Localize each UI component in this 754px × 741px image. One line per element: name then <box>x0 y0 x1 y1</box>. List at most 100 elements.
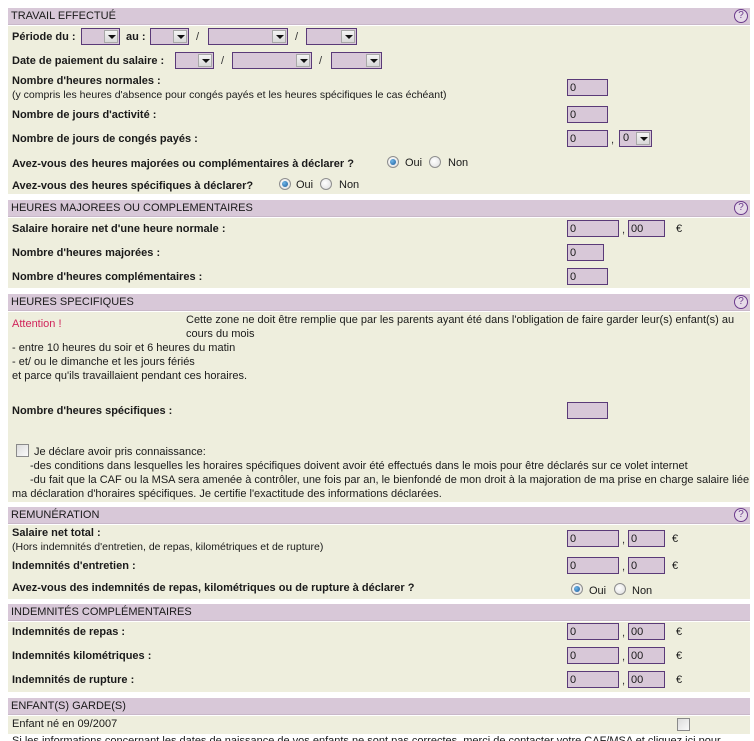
repas-dec-input[interactable] <box>628 623 665 640</box>
help-icon[interactable]: ? <box>734 9 748 23</box>
entretien-label: Indemnités d'entretien : <box>12 560 136 572</box>
rupture-int-input[interactable] <box>567 671 619 688</box>
decimal-separator: , <box>622 627 626 639</box>
euro-icon: € <box>676 650 683 662</box>
periode-du-label: Période du : <box>12 31 76 43</box>
au-label: au : <box>126 31 146 43</box>
chevron-down-icon <box>366 54 380 67</box>
majorees-question: Avez-vous des heures majorées ou complém… <box>12 158 354 170</box>
periode-au-year-select[interactable] <box>306 28 357 45</box>
section-title: ENFANT(S) GARDE(S) <box>11 700 126 712</box>
oui-label: Oui <box>296 179 314 191</box>
oui-label: Oui <box>405 157 423 169</box>
heures-majorees-label: Nombre d'heures majorées : <box>12 247 161 259</box>
bullet1: - entre 10 heures du soir et 6 heures du… <box>12 342 236 354</box>
section-header-majorees: HEURES MAJOREES OU COMPLEMENTAIRES ? <box>8 200 750 217</box>
decimal-separator: , <box>622 224 626 236</box>
date-paiement-day-select[interactable] <box>175 52 214 69</box>
periode-du-day-select[interactable] <box>81 28 120 45</box>
periode-au-month-select[interactable] <box>208 28 288 45</box>
entretien-dec-input[interactable] <box>628 557 665 574</box>
bullet2: - et/ ou le dimanche et les jours fériés <box>12 356 195 368</box>
section-title: HEURES SPECIFIQUES <box>11 296 134 308</box>
conges-input[interactable] <box>567 130 608 147</box>
declare-checkbox[interactable] <box>16 444 29 457</box>
non-label: Non <box>632 585 653 597</box>
declare-line2: -du fait que la CAF ou la MSA sera amené… <box>30 474 750 486</box>
conges-label: Nombre de jours de congés payés : <box>12 133 198 145</box>
km-label: Indemnités kilométriques : <box>12 650 152 662</box>
chevron-down-icon <box>636 132 650 145</box>
declare-line1: -des conditions dans lesquelles les hora… <box>30 460 688 472</box>
oui-label: Oui <box>589 585 607 597</box>
heures-normales-sub: (y compris les heures d'absence pour con… <box>12 89 447 101</box>
majorees-oui-radio[interactable] <box>387 156 399 168</box>
date-paiement-year-select[interactable] <box>331 52 382 69</box>
date-paiement-month-select[interactable] <box>232 52 312 69</box>
salaire-horaire-dec-input[interactable] <box>628 220 665 237</box>
section-title: REMUNÉRATION <box>11 509 100 521</box>
chevron-down-icon <box>173 30 187 43</box>
majorees-non-radio[interactable] <box>429 156 441 168</box>
repas-label: Indemnités de repas : <box>12 626 126 638</box>
enfants-note: Si les informations concernant les dates… <box>12 735 721 741</box>
enfant-checkbox[interactable] <box>677 718 690 731</box>
date-separator: / <box>295 31 299 43</box>
help-icon[interactable]: ? <box>734 201 748 215</box>
jours-activite-input[interactable] <box>567 106 608 123</box>
rupture-dec-input[interactable] <box>628 671 665 688</box>
salaire-net-int-input[interactable] <box>567 530 619 547</box>
chevron-down-icon <box>104 30 118 43</box>
heures-majorees-input[interactable] <box>567 244 604 261</box>
indemnites-non-radio[interactable] <box>614 583 626 595</box>
euro-icon: € <box>676 674 683 686</box>
intro-line2: cours du mois <box>186 328 255 340</box>
salaire-net-sub: (Hors indemnités d'entretien, de repas, … <box>12 541 324 553</box>
decimal-separator: , <box>622 534 626 546</box>
date-separator: / <box>319 55 323 67</box>
declare-label: Je déclare avoir pris connaissance: <box>34 446 206 458</box>
date-separator: / <box>221 55 225 67</box>
jours-activite-label: Nombre de jours d'activité : <box>12 109 157 121</box>
salaire-horaire-int-input[interactable] <box>567 220 619 237</box>
heures-normales-input[interactable] <box>567 79 608 96</box>
repas-int-input[interactable] <box>567 623 619 640</box>
heures-normales-label: Nombre d'heures normales : <box>12 75 161 87</box>
rupture-label: Indemnités de rupture : <box>12 674 135 686</box>
salaire-net-dec-input[interactable] <box>628 530 665 547</box>
date-separator: / <box>196 31 200 43</box>
non-label: Non <box>448 157 469 169</box>
attention-label: Attention ! <box>12 318 62 330</box>
conges-decimal-select[interactable]: 0 <box>619 130 652 147</box>
section-title: HEURES MAJOREES OU COMPLEMENTAIRES <box>11 202 253 214</box>
nb-heures-specifiques-input[interactable] <box>567 402 608 419</box>
euro-icon: € <box>672 533 679 545</box>
chevron-down-icon <box>272 30 286 43</box>
section-header-remuneration: REMUNÉRATION ? <box>8 507 750 524</box>
euro-icon: € <box>676 626 683 638</box>
intro-line1: Cette zone ne doit être remplie que par … <box>186 314 735 326</box>
declare-line3: ma déclaration d'horaires spécifiques. J… <box>12 488 442 500</box>
help-icon[interactable]: ? <box>734 295 748 309</box>
help-icon[interactable]: ? <box>734 508 748 522</box>
periode-au-day-select[interactable] <box>150 28 189 45</box>
non-label: Non <box>339 179 360 191</box>
bullet3: et parce qu'ils travaillaient pendant ce… <box>12 370 248 382</box>
section-body-enfants <box>8 716 750 734</box>
indemnites-oui-radio[interactable] <box>571 583 583 595</box>
date-paiement-label: Date de paiement du salaire : <box>12 55 165 67</box>
salaire-horaire-label: Salaire horaire net d'une heure normale … <box>12 223 226 235</box>
specifiques-oui-radio[interactable] <box>279 178 291 190</box>
salaire-net-label: Salaire net total : <box>12 527 101 539</box>
section-header-enfants: ENFANT(S) GARDE(S) <box>8 698 750 715</box>
specifiques-non-radio[interactable] <box>320 178 332 190</box>
km-dec-input[interactable] <box>628 647 665 664</box>
decimal-separator: , <box>622 561 626 573</box>
chevron-down-icon <box>296 54 310 67</box>
decimal-separator: , <box>611 134 615 146</box>
entretien-int-input[interactable] <box>567 557 619 574</box>
heures-compl-input[interactable] <box>567 268 608 285</box>
section-header-complementaires: INDEMNITÉS COMPLÉMENTAIRES <box>8 604 750 621</box>
nb-heures-specifiques-label: Nombre d'heures spécifiques : <box>12 405 173 417</box>
km-int-input[interactable] <box>567 647 619 664</box>
